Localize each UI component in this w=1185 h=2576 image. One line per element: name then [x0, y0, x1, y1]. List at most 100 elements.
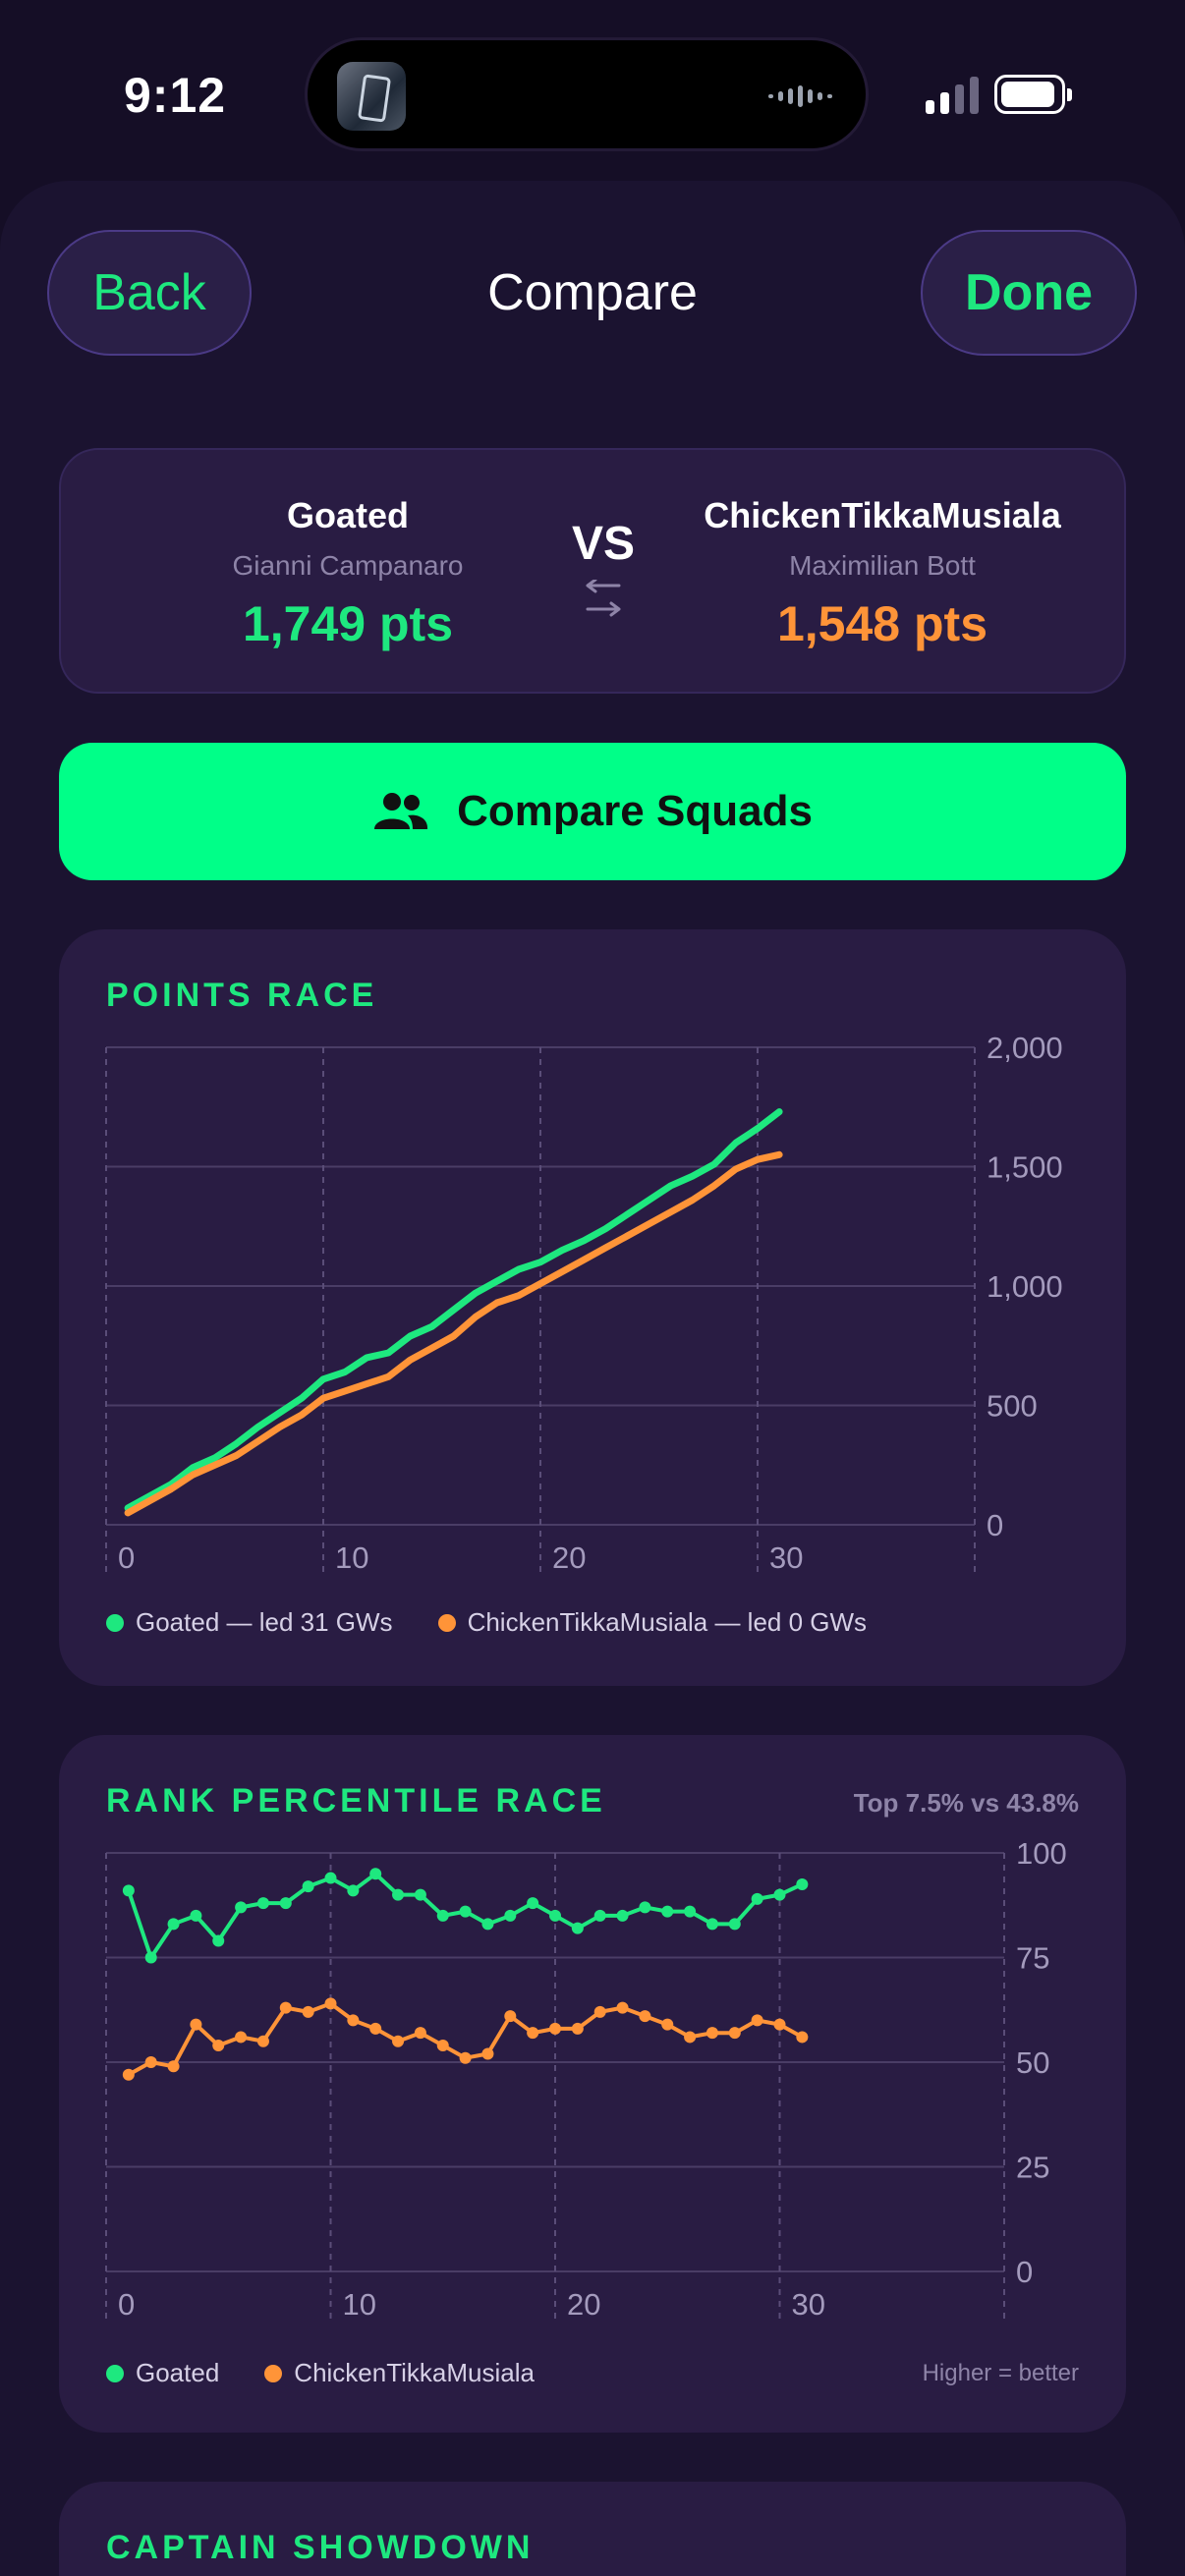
legend-swatch: [437, 1613, 456, 1632]
data-point: [705, 2027, 718, 2040]
y-tick-label: 2,000: [987, 1031, 1063, 1065]
manager-name: Maximilian Bott: [789, 550, 976, 581]
team-points: 1,749 pts: [242, 596, 453, 651]
data-point: [796, 2031, 809, 2044]
legend-label: ChickenTikkaMusiala: [294, 2358, 535, 2387]
data-point: [504, 2010, 517, 2023]
legend-item-chickentikkamusiala: ChickenTikkaMusiala: [264, 2358, 535, 2388]
data-point: [302, 1880, 314, 1893]
data-point: [392, 1888, 405, 1901]
data-point: [302, 2005, 314, 2018]
series-line-chickentikkamusiala: [124, 1150, 783, 1517]
data-point: [436, 2039, 449, 2051]
data-point: [167, 2060, 180, 2073]
data-point: [527, 2027, 539, 2040]
team-name: ChickenTikkaMusiala: [704, 495, 1061, 535]
data-point: [279, 1897, 292, 1910]
data-point: [414, 2027, 426, 2040]
data-point: [571, 2022, 584, 2035]
matchup-card: Goated Gianni Campanaro 1,749 pts VS Chi…: [59, 448, 1126, 694]
legend-swatch: [264, 2364, 283, 2382]
data-point: [144, 1951, 157, 1964]
data-point: [549, 2022, 561, 2035]
data-point: [481, 2047, 494, 2060]
dynamic-island: [305, 37, 869, 151]
data-point: [661, 1905, 674, 1918]
manager-name: Gianni Campanaro: [232, 550, 464, 581]
points-race-legend: Goated — led 31 GWs ChickenTikkaMusiala …: [106, 1607, 867, 1638]
legend-swatch: [106, 1613, 124, 1632]
legend-item-goated: Goated — led 31 GWs: [106, 1607, 393, 1638]
swap-icon[interactable]: [576, 580, 631, 619]
rank-race-chart: 0 25 50 75 100 0 10 20 30: [105, 1836, 1067, 2322]
team-left[interactable]: Goated Gianni Campanaro 1,749 pts: [132, 495, 564, 652]
x-tick-label: 10: [343, 2287, 376, 2322]
team-name: Goated: [286, 495, 409, 535]
x-tick-label: 0: [118, 2287, 135, 2322]
data-point: [235, 2031, 248, 2044]
data-point: [122, 1884, 135, 1897]
data-point: [481, 1918, 494, 1931]
battery-icon: [994, 75, 1072, 114]
higher-better-note: Higher = better: [922, 2360, 1079, 2386]
data-point: [235, 1901, 248, 1914]
legend-label: Goated — led 31 GWs: [136, 1607, 393, 1637]
data-point: [212, 2039, 225, 2051]
y-tick-label: 100: [1016, 1836, 1067, 1871]
data-point: [324, 1997, 337, 2010]
data-point: [279, 2001, 292, 2014]
compare-squads-label: Compare Squads: [457, 787, 813, 835]
series-line-chickentikkamusiala: [126, 2001, 805, 2077]
data-point: [436, 1909, 449, 1922]
legend-swatch: [106, 2364, 124, 2382]
x-tick-label: 30: [769, 1540, 803, 1575]
media-thumbnail-icon: [337, 62, 406, 131]
data-point: [369, 1868, 382, 1880]
data-point: [324, 1872, 337, 1884]
y-tick-label: 500: [987, 1389, 1038, 1424]
data-point: [639, 1901, 651, 1914]
y-tick-label: 1,500: [987, 1150, 1063, 1185]
data-point: [256, 1897, 269, 1910]
team-points: 1,548 pts: [776, 596, 988, 651]
x-tick-label: 20: [567, 2287, 600, 2322]
rank-race-card: RANK PERCENTILE RACE Top 7.5% vs 43.8% 0…: [59, 1735, 1126, 2433]
data-point: [549, 1909, 561, 1922]
captain-showdown-card: CAPTAIN SHOWDOWN: [59, 2482, 1126, 2576]
data-point: [212, 1934, 225, 1947]
y-tick-label: 0: [1016, 2255, 1033, 2289]
data-point: [684, 1905, 697, 1918]
series-line-goated: [124, 1108, 783, 1512]
data-point: [773, 2018, 786, 2031]
data-point: [527, 1897, 539, 1910]
data-point: [616, 1909, 629, 1922]
points-race-card: POINTS RACE 0 500 1,000 1,500 2,000 0 10 20 30 G…: [59, 929, 1126, 1686]
legend-item-chickentikkamusiala: ChickenTikkaMusiala — led 0 GWs: [437, 1607, 868, 1638]
data-point: [190, 2018, 202, 2031]
done-button[interactable]: Done: [921, 230, 1137, 356]
points-race-chart: 0 500 1,000 1,500 2,000 0 10 20 30: [105, 1031, 1063, 1575]
data-point: [773, 1888, 786, 1901]
data-point: [705, 1918, 718, 1931]
signal-icon: [926, 77, 979, 114]
team-right[interactable]: ChickenTikkaMusiala Maximilian Bott 1,54…: [666, 495, 1099, 652]
x-tick-label: 0: [118, 1540, 135, 1575]
legend-item-goated: Goated: [106, 2358, 219, 2388]
y-tick-label: 25: [1016, 2151, 1049, 2185]
data-point: [190, 1909, 202, 1922]
data-point: [639, 2010, 651, 2023]
data-point: [593, 2005, 606, 2018]
data-point: [751, 1892, 763, 1905]
status-time: 9:12: [124, 68, 227, 123]
legend-label: ChickenTikkaMusiala — led 0 GWs: [467, 1607, 868, 1637]
data-point: [661, 2018, 674, 2031]
data-point: [459, 1905, 472, 1918]
data-point: [796, 1877, 809, 1890]
data-point: [144, 2056, 157, 2068]
x-tick-label: 30: [792, 2287, 825, 2322]
compare-squads-button[interactable]: Compare Squads: [59, 743, 1126, 880]
data-point: [414, 1888, 426, 1901]
data-point: [504, 1909, 517, 1922]
audio-wave-icon: [768, 85, 832, 107]
data-point: [369, 2022, 382, 2035]
